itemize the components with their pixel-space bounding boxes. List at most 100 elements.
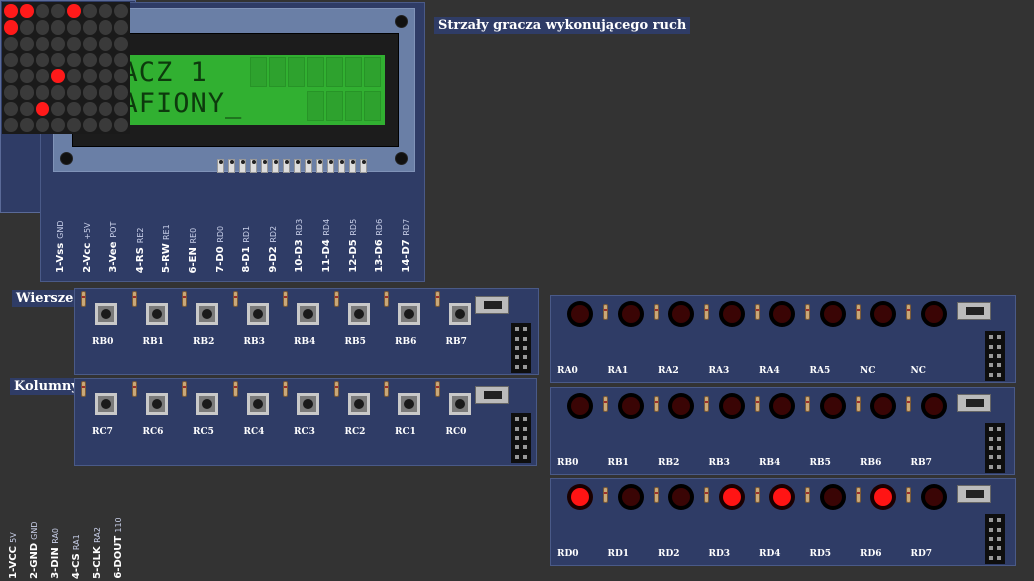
screw xyxy=(395,15,408,28)
matrix-pin-name: 5-CLK xyxy=(92,546,103,579)
push-button-rb7[interactable] xyxy=(448,303,471,325)
push-button-rb4[interactable] xyxy=(297,303,319,325)
resistor xyxy=(906,396,911,412)
led-indicator xyxy=(870,301,896,327)
resistor xyxy=(384,291,389,307)
lcd-pin-sub: RD6 xyxy=(375,219,385,237)
slide-switch[interactable] xyxy=(475,296,509,314)
push-button-rc0[interactable] xyxy=(448,393,471,415)
led-board-porta: RA0 RA1 RA2 RA3 RA4 RA5 NC NC xyxy=(550,295,1016,383)
push-button-rc2[interactable] xyxy=(347,393,370,415)
lcd-pin-header xyxy=(217,159,367,173)
led-label: RA4 xyxy=(759,366,780,376)
matrix-pin-sub: RA2 xyxy=(93,527,102,543)
push-button-rb1[interactable] xyxy=(145,303,168,325)
lcd-pin-sub: RE0 xyxy=(189,227,198,244)
slide-switch[interactable] xyxy=(957,394,991,412)
button-label: RC0 xyxy=(445,427,467,437)
resistor xyxy=(855,396,861,412)
lcd-pin xyxy=(338,159,345,173)
push-button-rb6[interactable] xyxy=(398,303,420,325)
matrix-dot xyxy=(4,20,18,35)
lcd-pin-sub: GND xyxy=(56,221,65,240)
lcd-pin-label: 9-D2 RD2 xyxy=(268,222,279,273)
resistor xyxy=(754,487,760,503)
matrix-dot xyxy=(35,85,50,100)
matrix-pin-label: 2-GND GND xyxy=(29,517,40,579)
lcd-pin xyxy=(360,159,367,173)
matrix-dot xyxy=(4,101,18,116)
led-indicator xyxy=(668,301,694,327)
led-indicator xyxy=(567,301,593,327)
matrix-pin-label: 4-CS RA1 xyxy=(71,530,82,579)
matrix-dot xyxy=(4,4,18,19)
matrix-dot xyxy=(51,85,65,100)
led-indicator xyxy=(769,301,795,327)
led-label: RD3 xyxy=(708,549,731,559)
led-indicator xyxy=(769,484,795,510)
resistor xyxy=(434,381,440,397)
matrix-dot xyxy=(35,20,50,35)
led-indicator xyxy=(920,301,947,327)
push-button-rc5[interactable] xyxy=(196,393,218,415)
matrix-pin-sub: RA0 xyxy=(51,528,60,545)
matrix-pin-name: 4-CS xyxy=(71,553,82,579)
led-matrix xyxy=(2,2,130,134)
push-button-rb0[interactable] xyxy=(95,303,117,325)
led-board-portb: RB0 RB1 RB2 RB3 RB4 RB5 RB6 RB7 xyxy=(550,387,1015,475)
push-button-rc7[interactable] xyxy=(95,393,117,415)
matrix-pin-name: 1-VCC xyxy=(8,546,19,579)
push-button-rc4[interactable] xyxy=(246,393,269,415)
lcd-pin-name: 14-D7 xyxy=(400,239,412,273)
slide-switch[interactable] xyxy=(957,485,991,503)
led-indicator xyxy=(819,393,846,419)
resistor xyxy=(81,291,86,307)
lcd-pin xyxy=(349,159,356,173)
matrix-dot xyxy=(114,36,128,51)
matrix-dot xyxy=(114,52,128,67)
lcd-pin xyxy=(272,159,279,173)
button-label: RB5 xyxy=(344,337,366,347)
matrix-dot xyxy=(67,36,81,51)
lcd-pin-sub: RD0 xyxy=(215,226,225,244)
matrix-dot xyxy=(67,52,81,67)
led-indicator xyxy=(567,393,593,419)
led-label: NC xyxy=(860,366,876,376)
matrix-dot xyxy=(51,20,65,35)
led-indicator xyxy=(819,484,846,510)
lcd-pin-name: 7-D0 xyxy=(214,246,226,273)
button-label: RC2 xyxy=(344,427,366,437)
slide-switch[interactable] xyxy=(957,302,991,320)
lcd-pin-name: 9-D2 xyxy=(267,246,279,273)
screw xyxy=(395,152,408,165)
button-label: RB4 xyxy=(294,337,316,347)
push-button-rb2[interactable] xyxy=(196,303,218,325)
push-button-rb3[interactable] xyxy=(246,303,269,325)
led-label: RD2 xyxy=(658,549,680,559)
push-button-rb5[interactable] xyxy=(347,303,370,325)
lcd-pin-label: 5-RW RE1 xyxy=(161,220,172,273)
matrix-dot xyxy=(82,69,97,84)
lcd-pin-name: 12-D5 xyxy=(347,239,359,273)
matrix-dot xyxy=(98,101,113,116)
led-label: RD5 xyxy=(809,549,832,559)
matrix-dot xyxy=(19,117,34,132)
matrix-dot xyxy=(98,36,113,51)
lcd-pin xyxy=(294,159,301,173)
matrix-dot xyxy=(51,117,65,132)
lcd-pin-name: 10-D3 xyxy=(294,239,306,273)
push-button-rc1[interactable] xyxy=(398,393,420,415)
matrix-pin-sub: GND xyxy=(30,521,39,540)
matrix-pin-label: 1-VCC 5V xyxy=(8,528,19,579)
push-button-rc3[interactable] xyxy=(297,393,319,415)
lcd-pin-sub: RE2 xyxy=(135,227,145,244)
led-indicator xyxy=(617,301,644,327)
push-button-rc6[interactable] xyxy=(145,393,168,415)
matrix-dot xyxy=(19,36,34,51)
matrix-dot xyxy=(98,85,113,100)
lcd-pin-name: 8-D1 xyxy=(241,246,253,273)
matrix-pin-name: 6-DOUT xyxy=(113,536,124,579)
slide-switch[interactable] xyxy=(475,386,509,404)
matrix-dot xyxy=(98,4,113,19)
lcd-display: GRACZ 1 TRAFIONY_ xyxy=(87,55,385,125)
